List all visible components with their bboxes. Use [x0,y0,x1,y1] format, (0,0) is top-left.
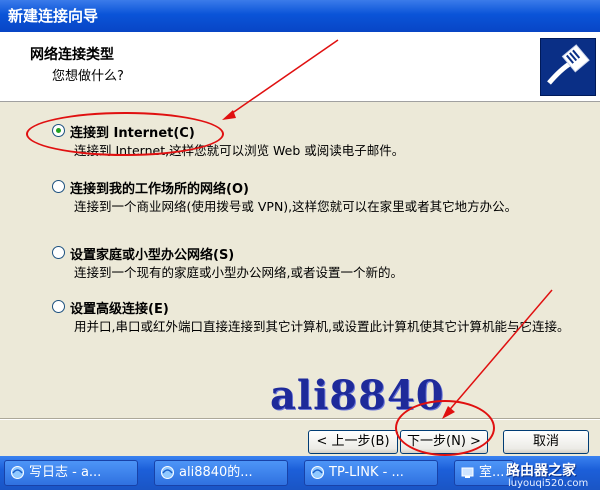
page-title: 网络连接类型 [30,47,114,63]
brand-line1: 路由器之家 [506,463,576,479]
brand-line2: luyouqi520.com [508,478,589,489]
taskbar-item-tplink[interactable]: TP-LINK - ... [304,460,438,486]
option-home-network-desc: 连接到一个现有的家庭或小型办公网络,或者设置一个新的。 [74,265,403,280]
footer-separator [0,418,600,420]
radio-workplace[interactable] [52,180,65,193]
radio-advanced[interactable] [52,300,65,313]
taskbar-item-ali-label: ali8840的... [179,465,253,480]
option-workplace-desc: 连接到一个商业网络(使用拨号或 VPN),这样您就可以在家里或者其它地方办公。 [74,199,518,214]
radio-home-network[interactable] [52,246,65,259]
taskbar-item-ali[interactable]: ali8840的... [154,460,288,486]
browser-icon [11,466,24,479]
window-title-bar[interactable]: 新建连接向导 [0,0,600,32]
option-advanced-label: 设置高级连接(E) [70,302,169,317]
annotation-ellipse-internet [26,112,224,156]
option-advanced-desc: 用并口,串口或红外端口直接连接到其它计算机,或设置此计算机使其它计算机能与它连接… [74,319,570,334]
cancel-button[interactable]: 取消 [503,430,589,454]
option-home-network-label: 设置家庭或小型办公网络(S) [70,248,235,263]
option-workplace-label: 连接到我的工作场所的网络(O) [70,182,249,197]
taskbar-item-blog-label: 写日志 - a... [29,465,102,480]
wizard-header: 网络连接类型 您想做什么? [0,32,600,102]
annotation-ellipse-next [395,400,495,456]
browser-icon [311,466,324,479]
window-title: 新建连接向导 [8,7,99,25]
taskbar-item-blog[interactable]: 写日志 - a... [4,460,138,486]
network-icon [461,467,474,478]
site-brand-watermark: 路由器之家 luyouqi520.com [500,458,600,490]
browser-icon [161,466,174,479]
back-button[interactable]: < 上一步(B) [308,430,398,454]
page-subtitle: 您想做什么? [52,69,124,84]
network-cable-icon [540,38,596,96]
taskbar-item-tplink-label: TP-LINK - ... [329,465,404,480]
